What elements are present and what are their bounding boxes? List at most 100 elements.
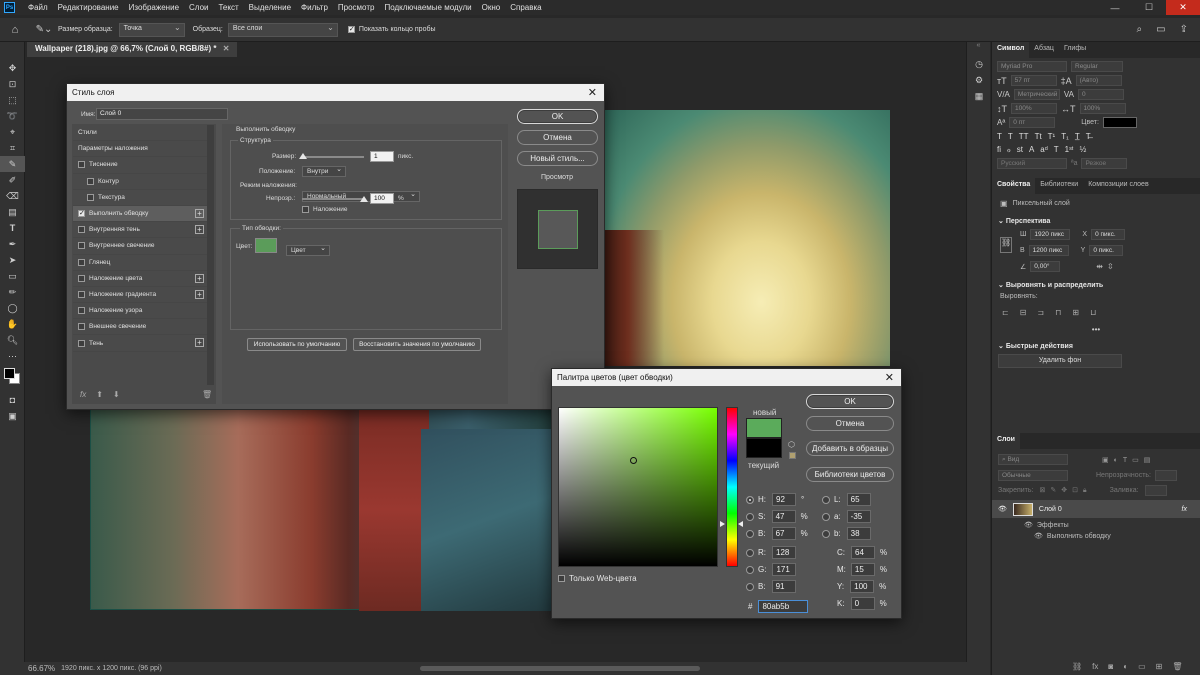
crop-tool-icon[interactable]: ⌗ <box>0 140 25 156</box>
allcaps-icon[interactable]: TT <box>1019 132 1029 141</box>
tab-layers[interactable]: Слои <box>992 433 1020 449</box>
overprint-checkbox[interactable] <box>302 206 309 213</box>
style-item[interactable]: Наложение цвета + <box>73 271 207 287</box>
swash-icon[interactable]: ℴ <box>1007 145 1011 154</box>
height-field[interactable]: 1200 пикс <box>1028 245 1069 256</box>
r-field[interactable]: 128 <box>772 546 796 559</box>
new-layer-icon[interactable]: ⊞ <box>1156 662 1163 671</box>
stroke-effect-label[interactable]: Выполнить обводку <box>1047 533 1111 540</box>
move-tool-icon[interactable]: ✥ <box>0 60 25 76</box>
c-field[interactable]: 64 <box>851 546 875 559</box>
brush-alt-tool-icon[interactable]: ✏ <box>0 284 25 300</box>
artboard-tool-icon[interactable]: ⊡ <box>0 76 25 92</box>
type-tool-icon[interactable]: T <box>0 220 25 236</box>
menu-item-8[interactable]: Подключаемые модули <box>379 3 476 12</box>
add-effect-icon[interactable]: + <box>195 225 204 235</box>
style-item[interactable]: Выполнить обводку + <box>73 205 207 223</box>
close-picker-icon[interactable]: ✕ <box>885 371 901 384</box>
lab-b-field[interactable]: 38 <box>846 527 871 540</box>
marquee-tool-icon[interactable]: ⬚ <box>0 92 25 108</box>
add-effect-icon[interactable]: + <box>195 289 204 299</box>
close-tab-icon[interactable]: ✕ <box>223 44 230 53</box>
h-radio[interactable] <box>746 495 754 504</box>
layer-opacity-field[interactable] <box>1155 470 1177 481</box>
stroke-color-swatch[interactable] <box>255 238 277 253</box>
style-item[interactable]: Тиснение <box>73 157 207 174</box>
add-to-swatches-button[interactable]: Добавить в образцы <box>806 441 894 456</box>
delete-effect-icon[interactable]: 🗑︎ <box>202 390 212 399</box>
style-item[interactable]: Тень + <box>73 335 207 352</box>
blend-mode-select[interactable]: Обычные <box>998 470 1068 481</box>
blue-radio[interactable] <box>746 582 754 591</box>
style-checkbox[interactable] <box>78 339 85 347</box>
add-mask-icon[interactable]: ◙ <box>1108 662 1113 671</box>
style-checkbox[interactable] <box>78 290 85 298</box>
screen-mode-icon[interactable]: ▣ <box>0 408 25 424</box>
show-ring-checkbox[interactable] <box>347 25 355 33</box>
opacity-slider[interactable] <box>302 198 364 200</box>
lasso-tool-icon[interactable]: ➰ <box>0 108 25 124</box>
opacity-field[interactable]: 100 <box>370 193 394 204</box>
width-field[interactable]: 1920 пикс <box>1030 229 1071 240</box>
fx-menu-icon[interactable]: fx <box>80 390 86 399</box>
a-field[interactable]: -35 <box>846 510 871 523</box>
tab-properties[interactable]: Свойства <box>992 178 1036 194</box>
style-item[interactable]: Внутреннее свечение <box>73 238 207 255</box>
vscale-field[interactable]: 100% <box>1011 103 1057 114</box>
eyedropper-tool-icon[interactable]: ✎ <box>0 156 25 172</box>
current-color-swatch[interactable] <box>746 438 782 458</box>
style-item[interactable]: Наложение градиента + <box>73 287 207 304</box>
style-checkbox[interactable] <box>78 161 85 169</box>
k-field[interactable]: 0 <box>850 597 875 610</box>
hand-tool-icon[interactable]: ✋ <box>0 316 25 332</box>
add-effect-icon[interactable]: + <box>195 273 204 283</box>
opacity-slider-thumb[interactable] <box>360 196 368 202</box>
quick-select-tool-icon[interactable]: ⌖ <box>0 124 25 140</box>
style-item[interactable]: Стили <box>73 125 207 142</box>
ordinals-icon[interactable]: 1ˢᵗ <box>1065 145 1074 154</box>
document-tab[interactable]: Wallpaper (218).jpg @ 66,7% (Слой 0, RGB… <box>27 42 238 57</box>
use-default-button[interactable]: Использовать по умолчанию <box>247 338 347 351</box>
maximize-icon[interactable]: ☐ <box>1132 0 1166 15</box>
quick-actions-chevron-icon[interactable]: ⌄ <box>998 343 1004 350</box>
kerning-field[interactable]: Метрический <box>1013 89 1060 100</box>
more-tools-icon[interactable]: ⋯ <box>0 348 25 364</box>
angle-field[interactable]: 0,00° <box>1030 261 1061 272</box>
lab-b-radio[interactable] <box>822 529 830 538</box>
b-field[interactable]: 67 <box>771 527 796 540</box>
color-field-cursor[interactable] <box>630 457 637 464</box>
color-picker-titlebar[interactable]: Палитра цветов (цвет обводки) ✕ <box>552 369 901 386</box>
color-field[interactable] <box>558 407 718 567</box>
stylistic-icon[interactable]: st <box>1017 145 1023 154</box>
sample-select[interactable]: Все слои <box>227 22 338 37</box>
eyedropper-icon[interactable]: ✎⌄ <box>30 24 58 35</box>
style-checkbox[interactable] <box>87 177 94 185</box>
align-vcenter-icon[interactable]: ⊞ <box>1072 308 1079 317</box>
cancel-button[interactable]: Отмена <box>517 130 598 145</box>
filter-icons[interactable]: ▣◐T▭▤ <box>1102 456 1155 464</box>
tab-layer-comps[interactable]: Композиции слоев <box>1083 178 1153 194</box>
baseline-field[interactable]: 0 пт <box>1009 117 1056 128</box>
faux-bold-icon[interactable]: T <box>997 132 1002 141</box>
color-swatches[interactable] <box>0 364 24 392</box>
faux-italic-icon[interactable]: T <box>1008 132 1013 141</box>
h-field[interactable]: 92 <box>772 493 796 506</box>
tab-character[interactable]: Символ <box>992 42 1030 58</box>
blue-field[interactable]: 91 <box>771 580 796 593</box>
superscript-icon[interactable]: T¹ <box>1048 132 1056 141</box>
style-checkbox[interactable] <box>78 307 85 315</box>
blur-tool-icon[interactable]: ◯ <box>0 300 25 316</box>
menu-item-4[interactable]: Текст <box>213 3 243 12</box>
x-field[interactable]: 0 пикс. <box>1091 229 1126 240</box>
tab-paragraph[interactable]: Абзац <box>1029 42 1059 58</box>
delete-layer-icon[interactable]: 🗑︎ <box>1172 662 1182 671</box>
subscript-icon[interactable]: T₁ <box>1061 132 1069 141</box>
flip-h-icon[interactable]: ⇹ <box>1096 262 1103 271</box>
tab-libraries[interactable]: Библиотеки <box>1035 178 1083 194</box>
menu-item-7[interactable]: Просмотр <box>333 3 380 12</box>
menu-item-2[interactable]: Изображение <box>124 3 184 12</box>
horizontal-scrollbar[interactable] <box>420 666 700 671</box>
y-field[interactable]: 0 пикс. <box>1089 245 1124 256</box>
y-field[interactable]: 100 <box>850 580 875 593</box>
close-dialog-icon[interactable]: ✕ <box>588 86 604 99</box>
